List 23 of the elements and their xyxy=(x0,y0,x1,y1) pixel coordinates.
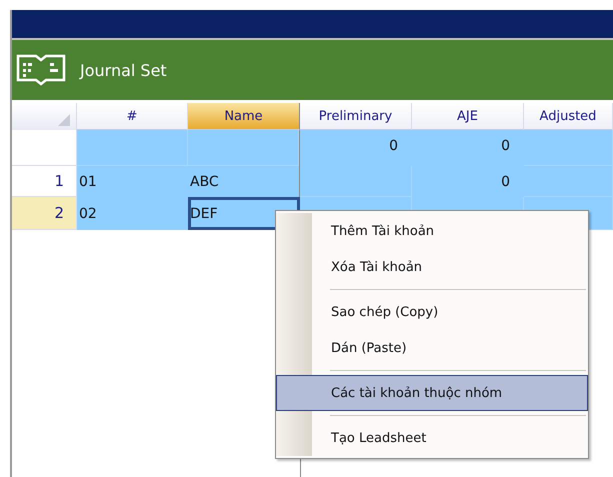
table-cell: 0 xyxy=(412,130,524,166)
row-header[interactable]: 2 xyxy=(12,197,77,230)
menu-item[interactable]: Dán (Paste) xyxy=(276,330,588,366)
row-header[interactable] xyxy=(12,130,77,166)
panel-title: Journal Set xyxy=(80,60,167,80)
column-header[interactable]: Preliminary xyxy=(300,103,412,130)
table-cell: 0 xyxy=(412,166,524,197)
menu-item[interactable]: Sao chép (Copy) xyxy=(276,294,588,330)
column-header[interactable]: # xyxy=(77,103,188,130)
menu-item[interactable]: Xóa Tài khoản xyxy=(276,249,588,285)
table-cell: 0 xyxy=(300,130,412,166)
table-cell: ABC xyxy=(188,166,300,197)
table-cell: 02 xyxy=(77,197,188,230)
column-header[interactable]: AJE xyxy=(412,103,524,130)
column-header[interactable]: Adjusted xyxy=(524,103,613,130)
journal-icon xyxy=(16,53,66,87)
menu-item[interactable]: Tạo Leadsheet xyxy=(276,420,588,456)
row-header[interactable]: 1 xyxy=(12,166,77,197)
corner-triangle-icon xyxy=(58,114,70,126)
select-all-corner[interactable] xyxy=(12,103,77,130)
column-header[interactable]: Name xyxy=(188,103,300,130)
menu-item[interactable]: Các tài khoản thuộc nhóm xyxy=(276,375,588,411)
table-cell: 01 xyxy=(77,166,188,197)
